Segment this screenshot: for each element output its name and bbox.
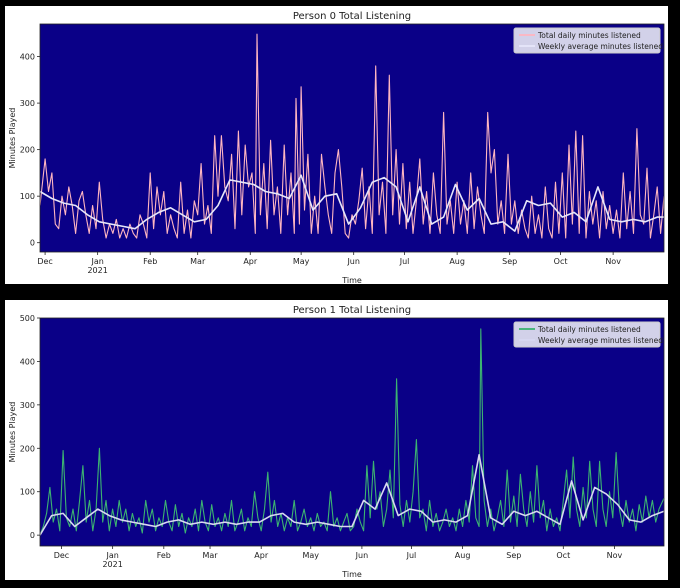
x-axis-label: Time [341,276,362,284]
x-tick-label: Aug [449,257,465,266]
chart-person-0: Person 0 Total Listening 0 100 200 300 400 Dec… [8,11,665,284]
y-tick-label: 100 [20,488,35,497]
chart-person-1: Person 1 Total Listening 0 100 200 300 400 500… [8,305,665,579]
y-tick-label: 0 [30,531,35,540]
x-tick-sublabel: 2021 [87,266,107,275]
y-tick-label: 300 [20,99,35,108]
x-axis-label: Time [341,570,362,579]
legend: Total daily minutes listened Weekly avera… [513,321,663,348]
chart-title: Person 1 Total Listening [293,305,411,316]
x-tick-label: Apr [254,551,269,560]
x-tick-label: Apr [243,257,258,266]
x-tick-label: Sep [502,257,517,266]
x-tick-label: Feb [157,551,171,560]
legend-label: Total daily minutes listened [537,31,641,40]
x-tick-label: Jun [346,257,360,266]
x-tick-label: Mar [202,551,218,560]
legend-label: Total daily minutes listened [537,325,641,334]
y-tick-label: 200 [20,146,35,155]
y-tick-label: 300 [20,401,35,410]
y-tick-label: 400 [20,53,35,62]
x-tick-label: Jun [355,551,369,560]
x-tick-label: May [293,257,310,266]
y-tick-label: 400 [20,357,35,366]
x-tick-sublabel: 2021 [102,560,122,569]
x-tick-label: Jul [399,257,410,266]
y-tick-label: 200 [20,444,35,453]
x-tick-label: Jul [406,551,417,560]
chart-panel-person-0: Person 0 Total Listening 0 100 200 300 400 Dec… [5,6,668,284]
y-tick-label: 0 [30,239,35,248]
x-tick-label: Mar [190,257,206,266]
legend-label: Weekly average minutes listened [538,42,663,51]
x-tick-label: Aug [455,551,471,560]
x-tick-label: Jan [90,257,103,266]
x-tick-label: Dec [54,551,69,560]
legend: Total daily minutes listened Weekly avera… [513,27,663,54]
x-tick-label: Feb [143,257,157,266]
x-tick-label: Oct [554,257,568,266]
y-tick-label: 500 [20,314,35,323]
y-axis-label: Minutes Played [8,108,17,169]
x-tick-label: Jan [105,551,118,560]
x-tick-label: Sep [506,551,521,560]
legend-label: Weekly average minutes listened [538,336,663,345]
x-tick-label: Nov [605,257,621,266]
y-axis-label: Minutes Played [8,402,17,463]
chart-panel-person-1: Person 1 Total Listening 0 100 200 300 400 500… [5,300,668,580]
x-tick-label: Nov [607,551,623,560]
y-tick-label: 100 [20,192,35,201]
x-tick-label: Oct [556,551,570,560]
x-tick-label: May [302,551,319,560]
chart-title: Person 0 Total Listening [293,11,411,22]
x-tick-label: Dec [37,257,52,266]
